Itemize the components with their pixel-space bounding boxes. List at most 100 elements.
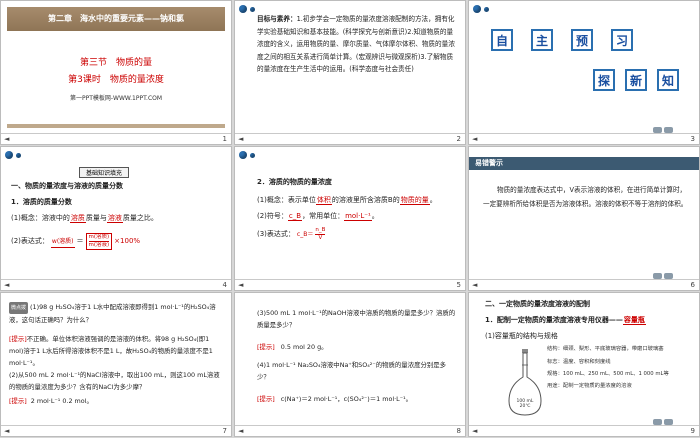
annotations: 结构：细颈、梨形、平底玻璃容器，带磨口玻璃塞 标志：温度、容积和刻度线 规格：1… xyxy=(547,345,693,390)
nav-dots xyxy=(239,5,255,13)
slide-number: 2 xyxy=(456,135,461,143)
answer-3: [提示] 0.5 mol 20 g。 xyxy=(257,341,457,353)
flask-label: 100 mL 20℃ xyxy=(516,399,534,409)
annotation-sizes: 规格：100 mL、250 mL、500 mL、1 000 mL等 xyxy=(547,371,669,377)
text: 0.5 mol 20 g。 xyxy=(280,343,328,351)
text: c(Na⁺)＝2 mol·L⁻¹，c(SO₄²⁻)＝1 mol·L⁻¹。 xyxy=(280,395,413,403)
objectives-body: 1.初步学会一定物质的量浓度溶液配制的方法，拥有化学实验基础知识和基本技能。(科… xyxy=(257,15,455,73)
site-watermark: 第一PPT模板网-WWW.1PPT.COM xyxy=(69,95,163,102)
annotation-marks: 标志：温度、容积和刻度线 xyxy=(547,359,611,365)
text: 1．配制一定物质的量浓度溶液专用仪器—— xyxy=(485,316,623,324)
formula-line: (3)表达式： c_B＝ n_B V xyxy=(257,227,326,242)
symbol-line: (2)符号：c_B，常用单位：mol·L⁻¹。 xyxy=(257,211,379,222)
slide-3[interactable]: 自 主 预 习 探 新 知 ◄ 3 xyxy=(469,1,699,144)
fraction: m(溶质) m(溶液) xyxy=(85,233,113,250)
slide-number: 6 xyxy=(690,281,695,289)
text: 质量之比。 xyxy=(122,214,158,222)
text: ×100% xyxy=(114,237,141,245)
objectives-label: 目标与素养： xyxy=(257,15,297,23)
text: ，常用单位： xyxy=(302,212,345,220)
heading: 2．溶质的物质的量浓度 xyxy=(257,178,332,186)
char-box: 探 xyxy=(593,69,615,91)
slide-8[interactable]: (3)500 mL 1 mol·L⁻¹的NaOH溶液中溶质的物质的量是多少？溶质… xyxy=(235,293,465,436)
denominator: m(溶液) xyxy=(88,242,110,248)
slide-number: 9 xyxy=(690,427,695,435)
heading-2: 1．配制一定物质的量浓度溶液专用仪器——容量瓶 xyxy=(485,315,646,326)
lesson-title: 第3课时 物质的量浓度 xyxy=(68,75,164,85)
text: 2 mol·L⁻¹ 0.2 mol。 xyxy=(30,397,93,405)
answer-blank: 溶液 xyxy=(106,214,123,223)
circle-icon xyxy=(239,151,247,159)
objectives-text: 目标与素养：1.初步学会一定物质的量浓度溶液配制的方法，拥有化学实验基础知识和基… xyxy=(257,13,455,76)
slide-footer: ◄ 3 xyxy=(469,127,699,144)
circle-icon xyxy=(473,5,481,13)
answer-blank: mol·L⁻¹ xyxy=(344,212,372,221)
char-box: 知 xyxy=(657,69,679,91)
heading-1: 一、物质的量浓度与溶液的质量分数 xyxy=(11,182,123,190)
text: (2)符号： xyxy=(257,212,288,220)
fraction: n_B V xyxy=(315,227,326,242)
next-icon[interactable] xyxy=(664,273,673,279)
circle-icon xyxy=(16,153,21,158)
slide-number: 4 xyxy=(222,281,227,289)
text: (1)概念：表示单位 xyxy=(257,196,316,204)
char-box: 自 xyxy=(491,29,513,51)
char-box: 习 xyxy=(611,29,633,51)
answer-blank: 体积 xyxy=(315,196,332,205)
denominator: V xyxy=(318,235,323,241)
slide-7[interactable]: 微点拨 (1)98 g H₂SO₄溶于1 L水中配成溶液即得到1 mol·L⁻¹的… xyxy=(1,293,231,436)
slide-footer: ◄ 8 xyxy=(235,425,465,436)
slide-footer: ◄ 2 xyxy=(235,133,465,144)
answer-2: [提示] 2 mol·L⁻¹ 0.2 mol。 xyxy=(9,395,223,407)
circle-icon xyxy=(250,7,255,12)
slide-4[interactable]: 基础知识填充 一、物质的量浓度与溶液的质量分数 1．溶质的质量分数 (1)概念：… xyxy=(1,147,231,290)
chapter-title: 第二章 海水中的重要元素——钠和氯 xyxy=(48,14,184,23)
answer-blank: c_B xyxy=(287,212,303,221)
formula-line: (2)表达式： w(溶质) ＝ m(溶质) m(溶液) ×100% xyxy=(11,233,140,250)
warning-text: 物质的量浓度表达式中，V表示溶液的体积，在进行简单计算时，一定要辨析所给体积是否… xyxy=(483,186,688,208)
nav-dots xyxy=(473,5,489,13)
text: 的溶液里所含溶质B的 xyxy=(331,196,400,204)
annotation-use: 用途：配制一定物质的量浓度的溶液 xyxy=(547,383,632,389)
slide-number: 7 xyxy=(222,427,227,435)
heading-2: 1．溶质的质量分数 xyxy=(11,198,72,206)
hint-label: [提示] xyxy=(257,343,275,351)
section-title: 第三节 物质的量 xyxy=(79,58,152,68)
prev-icon[interactable] xyxy=(653,127,662,133)
next-icon[interactable] xyxy=(664,419,673,425)
hint-label: [提示] xyxy=(9,335,27,343)
concept-line: (1)概念：溶液中的溶质质量与溶液质量之比。 xyxy=(11,213,158,224)
answer-4: [提示] c(Na⁺)＝2 mol·L⁻¹，c(SO₄²⁻)＝1 mol·L⁻¹。 xyxy=(257,393,457,405)
slide-footer: ◄ 1 xyxy=(1,133,231,144)
slide-number: 8 xyxy=(456,427,461,435)
slide-9[interactable]: 二、一定物质的量浓度溶液的配制 1．配制一定物质的量浓度溶液专用仪器——容量瓶 … xyxy=(469,293,699,436)
slide-5[interactable]: 2．溶质的物质的量浓度 (1)概念：表示单位体积的溶液里所含溶质B的物质的量。 … xyxy=(235,147,465,290)
question-4: (4)1 mol·L⁻¹ Na₂SO₄溶液中Na⁺和SO₄²⁻的物质的量浓度分别… xyxy=(257,361,447,381)
slide-footer: ◄ 6 xyxy=(469,273,699,290)
next-icon[interactable] xyxy=(664,127,673,133)
circle-icon xyxy=(5,151,13,159)
char-box: 主 xyxy=(531,29,553,51)
text: (2)表达式： xyxy=(11,237,49,245)
text: c_B＝ xyxy=(296,231,314,238)
text: (1)概念：溶液中的 xyxy=(11,214,70,222)
char-box: 新 xyxy=(625,69,647,91)
nav-dots xyxy=(239,151,255,159)
text: 不正确。单位体积溶液强调的是溶液的体积。将98 g H₂SO₄(即1 mol)溶… xyxy=(9,335,213,367)
slide-2[interactable]: 目标与素养：1.初步学会一定物质的量浓度溶液配制的方法，拥有化学实验基础知识和基… xyxy=(235,1,465,144)
circle-icon xyxy=(250,153,255,158)
prev-icon[interactable] xyxy=(653,273,662,279)
slide-number: 1 xyxy=(222,135,227,143)
decor-bars xyxy=(7,124,225,128)
answer-blank: 物质的量 xyxy=(399,196,430,205)
warning-header xyxy=(469,157,699,170)
prev-icon[interactable] xyxy=(653,419,662,425)
question-2: (2)从500 mL 2 mol·L⁻¹的NaCl溶液中，取出100 mL，则这… xyxy=(9,371,220,391)
slide-number: 3 xyxy=(690,135,695,143)
text: 质量与 xyxy=(85,214,107,222)
hint-label: [提示] xyxy=(9,397,27,405)
slide-number: 5 xyxy=(456,281,461,289)
slide-1[interactable]: 第二章 海水中的重要元素——钠和氯 第三节 物质的量 第3课时 物质的量浓度 第… xyxy=(1,1,231,144)
slide-6[interactable]: 易错警示 物质的量浓度表达式中，V表示溶液的体积，在进行简单计算时，一定要辨析所… xyxy=(469,147,699,290)
circle-icon xyxy=(484,7,489,12)
